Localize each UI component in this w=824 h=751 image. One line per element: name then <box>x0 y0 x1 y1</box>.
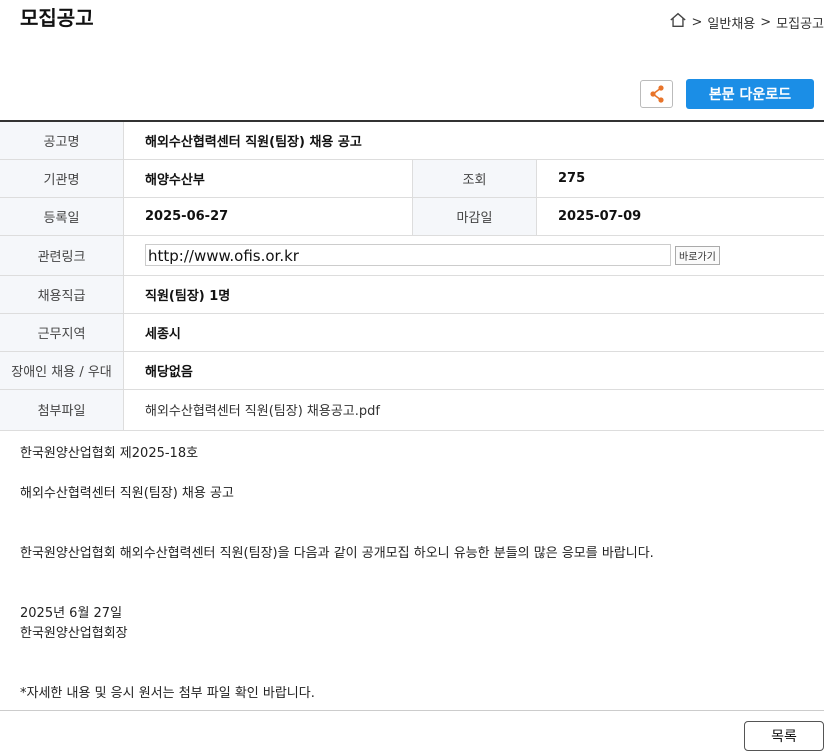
views-value: 275 <box>536 159 824 198</box>
table-row: 기관명 해양수산부 조회 275 <box>0 159 824 198</box>
deadline-label: 마감일 <box>412 197 537 236</box>
table-row: 등록일 2025-06-27 마감일 2025-07-09 <box>0 197 824 236</box>
disability-label: 장애인 채용 / 우대 <box>0 351 124 390</box>
region-label: 근무지역 <box>0 313 124 352</box>
body-line: *자세한 내용 및 응시 원서는 첨부 파일 확인 바랍니다. <box>20 686 315 701</box>
body-line: 2025년 6월 27일 <box>20 606 123 621</box>
reg-date-label: 등록일 <box>0 197 124 236</box>
org-label: 기관명 <box>0 159 124 198</box>
share-icon <box>649 85 664 103</box>
breadcrumb-separator: > <box>760 14 772 30</box>
title-value: 해외수산협력센터 직원(팀장) 채용 공고 <box>123 121 824 160</box>
link-label: 관련링크 <box>0 235 124 276</box>
body-line: 한국원양산업협회장 <box>20 626 128 641</box>
attachment-label: 첨부파일 <box>0 389 124 431</box>
download-button[interactable]: 본문 다운로드 <box>686 79 814 109</box>
home-icon[interactable] <box>669 11 687 33</box>
toolbar: 본문 다운로드 <box>640 79 814 109</box>
link-cell: http://www.ofis.or.kr 바로가기 <box>123 235 824 276</box>
table-row: 장애인 채용 / 우대 해당없음 <box>0 351 824 390</box>
grade-label: 채용직급 <box>0 275 124 314</box>
reg-date-value: 2025-06-27 <box>123 197 413 236</box>
deadline-value: 2025-07-09 <box>536 197 824 236</box>
divider <box>0 710 824 711</box>
region-value: 세종시 <box>123 313 824 352</box>
body-line: 한국원양산업협회 제2025-18호 <box>20 446 199 461</box>
table-row: 근무지역 세종시 <box>0 313 824 352</box>
related-link-field[interactable]: http://www.ofis.or.kr <box>145 244 671 266</box>
grade-value: 직원(팀장) 1명 <box>123 275 824 314</box>
share-button[interactable] <box>640 80 673 108</box>
posting-body: 한국원양산업협회 제2025-18호 해외수산협력센터 직원(팀장) 채용 공고… <box>20 444 654 704</box>
body-line: 해외수산협력센터 직원(팀장) 채용 공고 <box>20 486 234 501</box>
breadcrumb-item-general-hiring[interactable]: 일반채용 <box>707 13 755 32</box>
disability-value: 해당없음 <box>123 351 824 390</box>
title-label: 공고명 <box>0 121 124 160</box>
body-line: 한국원양산업협회 해외수산협력센터 직원(팀장)을 다음과 같이 공개모집 하오… <box>20 546 654 561</box>
table-row: 채용직급 직원(팀장) 1명 <box>0 275 824 314</box>
page-title: 모집공고 <box>20 6 94 30</box>
go-link-button[interactable]: 바로가기 <box>675 245 720 265</box>
org-value: 해양수산부 <box>123 159 413 198</box>
views-label: 조회 <box>412 159 537 198</box>
attachment-link[interactable]: 해외수산협력센터 직원(팀장) 채용공고.pdf <box>123 389 824 431</box>
posting-info-table: 공고명 해외수산협력센터 직원(팀장) 채용 공고 기관명 해양수산부 조회 2… <box>0 120 824 431</box>
list-button[interactable]: 목록 <box>744 721 824 751</box>
table-row: 관련링크 http://www.ofis.or.kr 바로가기 <box>0 235 824 276</box>
breadcrumb-item-job-posting[interactable]: 모집공고 <box>776 13 824 32</box>
table-row: 공고명 해외수산협력센터 직원(팀장) 채용 공고 <box>0 121 824 160</box>
breadcrumb-separator: > <box>691 14 703 30</box>
breadcrumb: > 일반채용 > 모집공고 <box>669 11 824 33</box>
table-row: 첨부파일 해외수산협력센터 직원(팀장) 채용공고.pdf <box>0 389 824 431</box>
